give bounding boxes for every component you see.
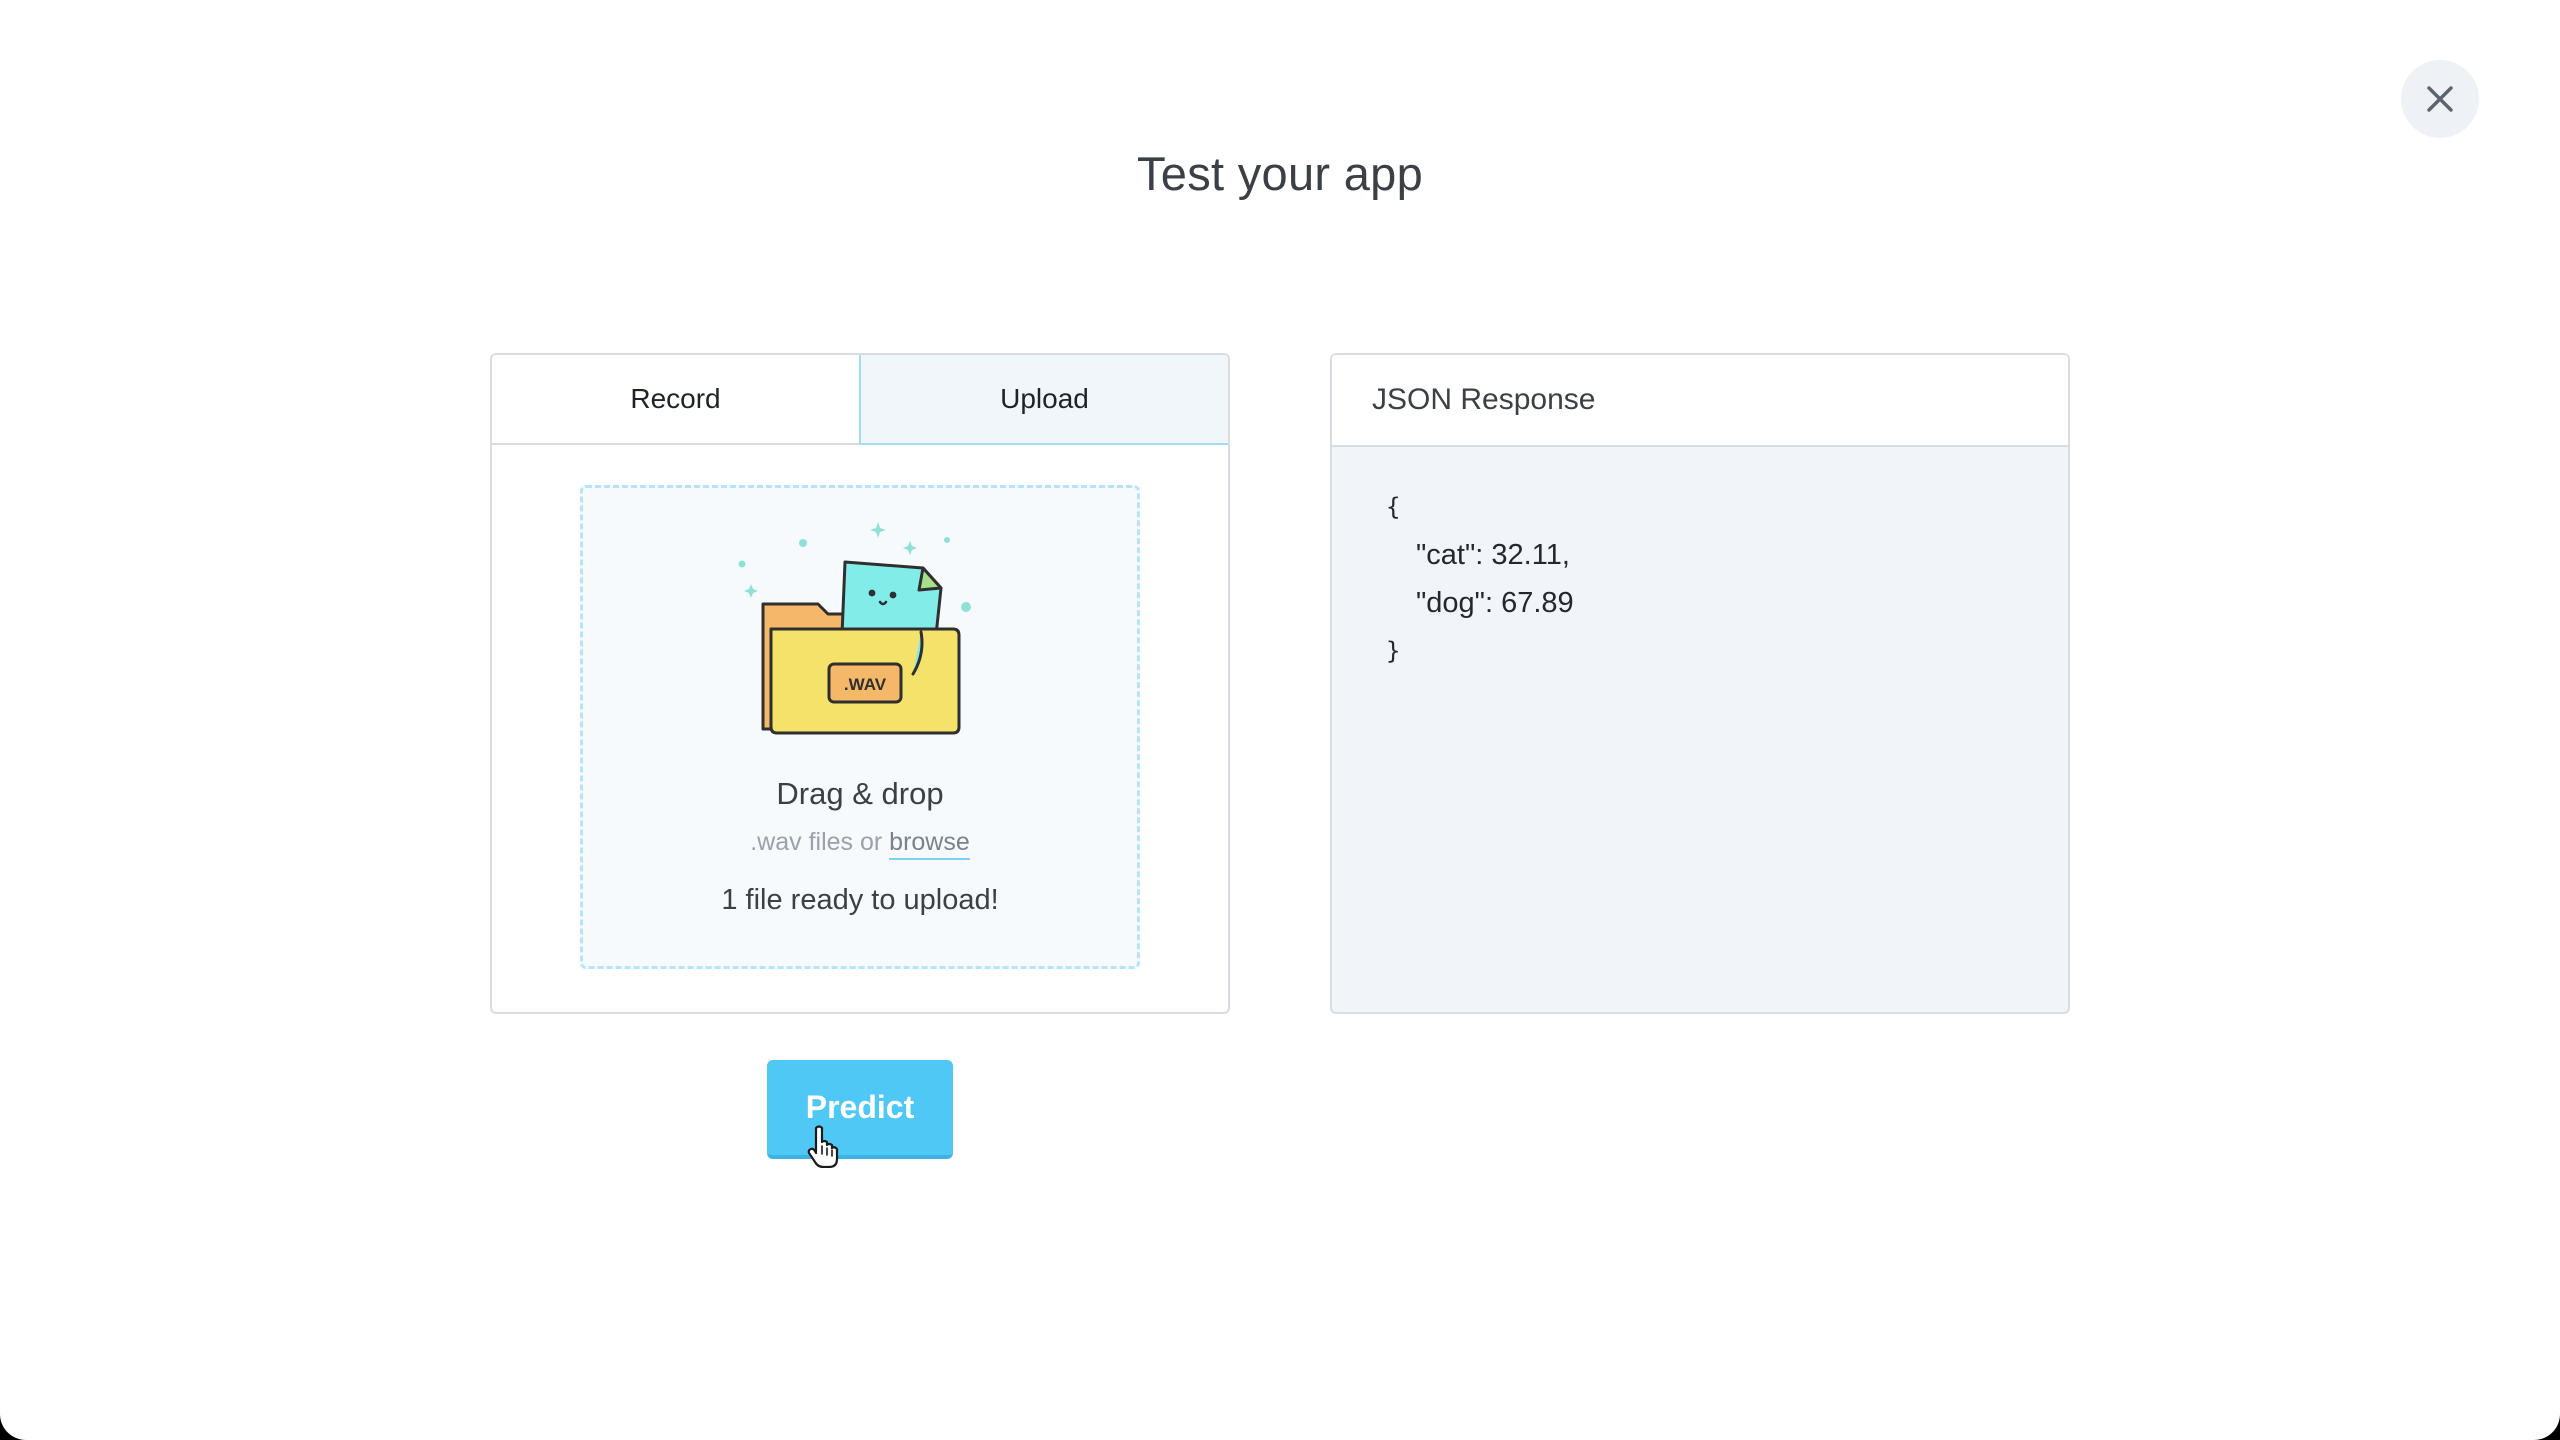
json-value: 32.11, [1491, 539, 1570, 571]
tab-upload[interactable]: Upload [859, 355, 1228, 445]
file-type-hint: .wav files or [750, 828, 883, 856]
dropzone-subtitle: .wav files or browse [583, 828, 1137, 860]
file-dropzone[interactable]: .WAV Drag & drop .wav files or browse 1 … [580, 485, 1140, 969]
tab-record[interactable]: Record [492, 355, 859, 443]
json-open-brace: { [1386, 493, 1401, 521]
test-app-modal: Test your app Record Upload .WAV Drag & … [0, 0, 2560, 1440]
json-response-body: { "cat": 32.11, "dog": 67.89 } [1332, 447, 2068, 675]
json-response-card: JSON Response { "cat": 32.11, "dog": 67.… [1330, 353, 2070, 1014]
wav-badge: .WAV [844, 675, 887, 694]
close-button[interactable] [2401, 60, 2479, 138]
browse-link[interactable]: browse [889, 828, 970, 860]
json-separator: : [1484, 587, 1494, 619]
json-line: "dog": 67.89 [1386, 579, 2068, 627]
json-key: "cat" [1416, 539, 1476, 571]
input-card: Record Upload .WAV Drag & drop .wav file… [490, 353, 1230, 1014]
json-line: "cat": 32.11, [1386, 531, 2068, 579]
predict-button[interactable]: Predict [767, 1060, 953, 1159]
json-close-brace: } [1386, 637, 1401, 665]
folder-with-wav-file-illustration: .WAV [738, 522, 971, 735]
dropzone-title: Drag & drop [776, 776, 944, 811]
json-value: 67.89 [1501, 587, 1574, 619]
close-icon [2427, 86, 2453, 112]
json-response-header: JSON Response [1332, 355, 2068, 447]
json-key: "dog" [1416, 587, 1485, 619]
page-title: Test your app [1136, 147, 1424, 200]
input-tabs: Record Upload [492, 355, 1228, 445]
json-separator: : [1475, 539, 1484, 571]
hand-pointer-cursor-icon [807, 1125, 839, 1168]
upload-status: 1 file ready to upload! [721, 884, 999, 916]
